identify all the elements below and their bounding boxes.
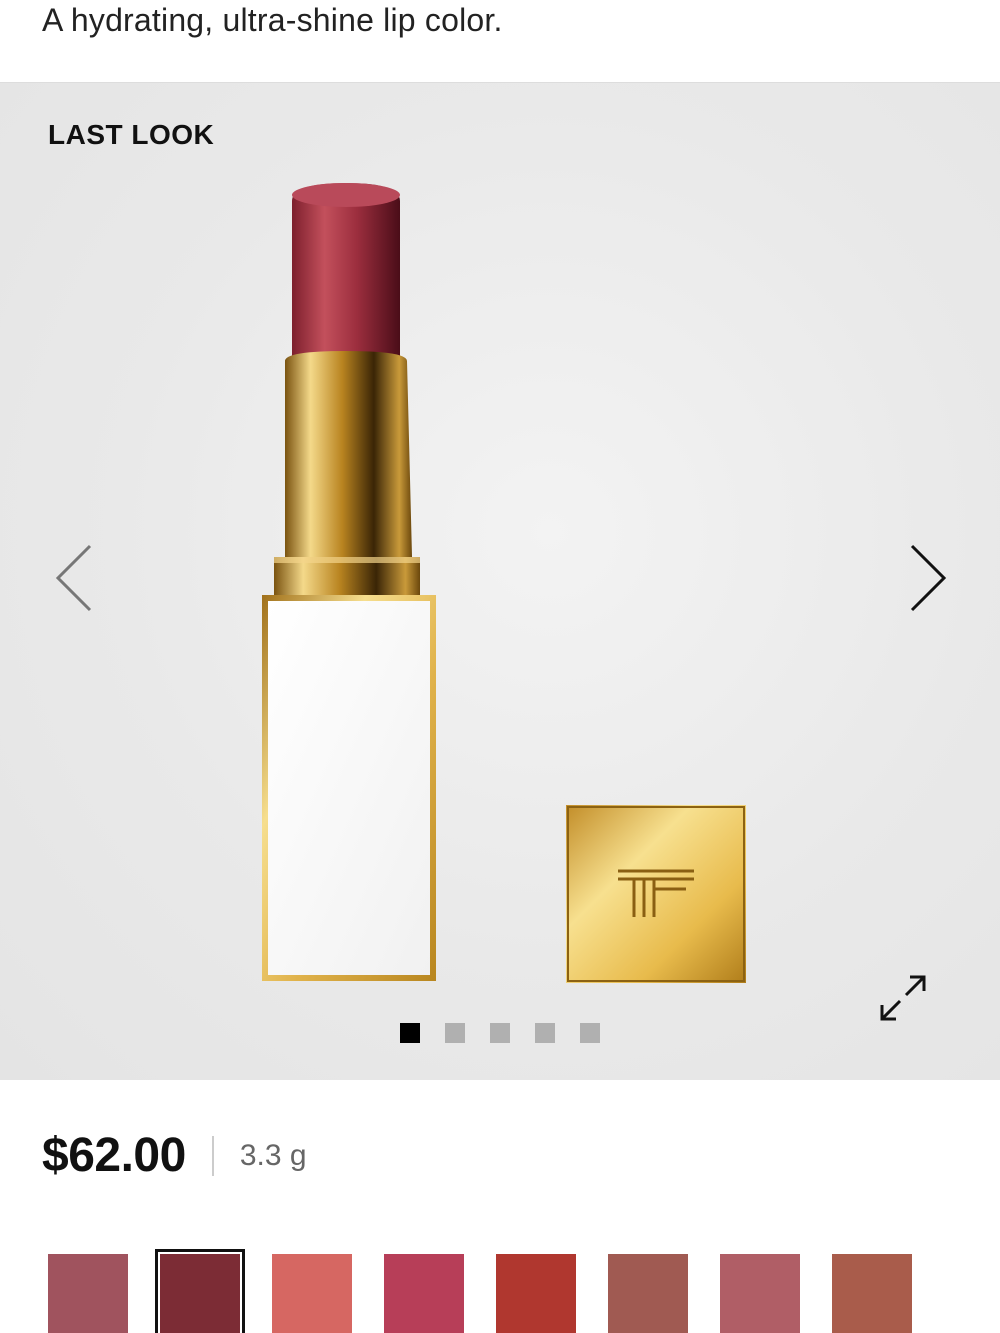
- shade-swatch[interactable]: [720, 1254, 800, 1333]
- shade-swatch[interactable]: [832, 1254, 912, 1333]
- price: $62.00: [42, 1129, 186, 1182]
- pagination-dot[interactable]: [490, 1023, 510, 1043]
- pagination-dot[interactable]: [580, 1023, 600, 1043]
- shade-swatch[interactable]: [608, 1254, 688, 1333]
- shade-swatch[interactable]: [496, 1254, 576, 1333]
- product-tagline: A hydrating, ultra-shine lip color.: [42, 2, 503, 38]
- product-image-gallery: LAST LOOK: [0, 82, 1000, 1080]
- chevron-right-icon[interactable]: [896, 538, 956, 618]
- gallery-pagination: [400, 1023, 600, 1043]
- pagination-dot[interactable]: [400, 1023, 420, 1043]
- divider: [211, 1135, 214, 1176]
- product-size: 3.3 g: [239, 1138, 307, 1172]
- shade-swatch[interactable]: [384, 1254, 464, 1333]
- shade-swatch-list: [0, 1249, 1000, 1333]
- pagination-dot[interactable]: [445, 1023, 465, 1043]
- shade-swatch[interactable]: [272, 1254, 352, 1333]
- shade-swatch[interactable]: [48, 1254, 128, 1333]
- product-image: [262, 183, 746, 983]
- shade-swatch[interactable]: [155, 1249, 245, 1333]
- expand-icon[interactable]: [876, 971, 930, 1025]
- price-row: $62.00 3.3 g: [42, 1128, 307, 1183]
- pagination-dot[interactable]: [535, 1023, 555, 1043]
- chevron-left-icon[interactable]: [46, 538, 106, 618]
